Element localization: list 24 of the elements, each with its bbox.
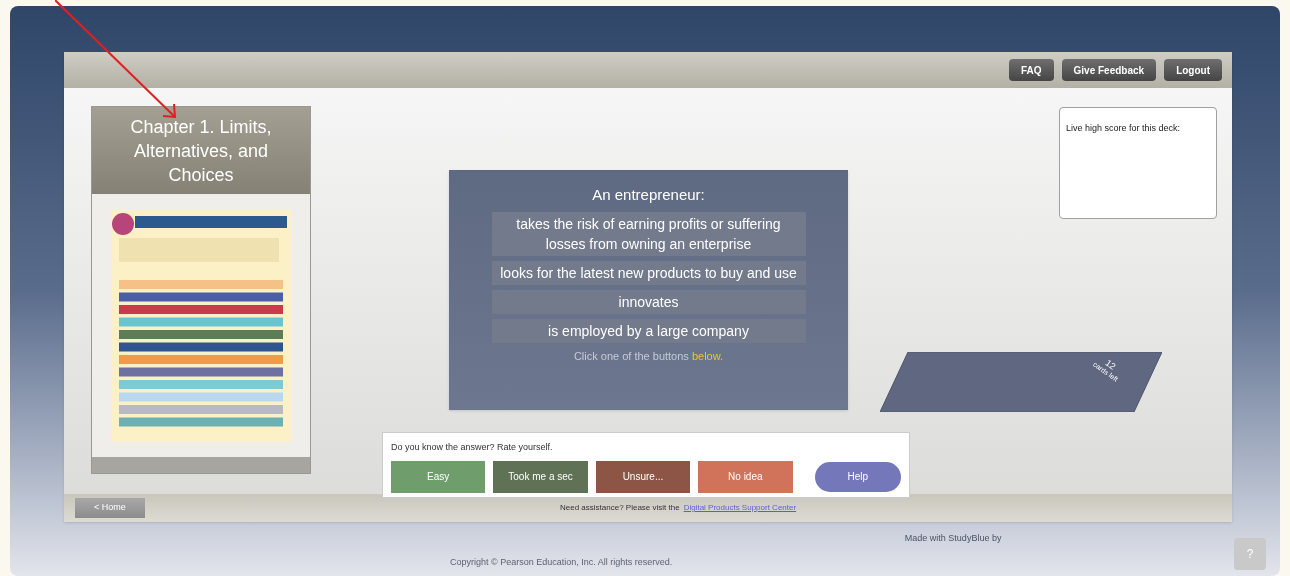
support-link[interactable]: Digital Products Support Center: [683, 502, 797, 514]
hint-text: Click one of the buttons below.: [573, 348, 724, 364]
rating-button[interactable]: Unsure...: [595, 460, 691, 493]
high-score-label: Live high score for this deck:: [1066, 123, 1181, 133]
rating-button[interactable]: Easy: [391, 460, 486, 493]
deck-title: Chapter 1. Limits, Alternatives, and Choices: [92, 107, 310, 194]
rating-prompt: Do you know the answer? Rate yourself.: [391, 441, 554, 454]
support-text: Need assistance? Please visit the: [560, 502, 680, 514]
help-button[interactable]: Help: [814, 461, 901, 492]
rating-button[interactable]: Took me a sec: [493, 460, 588, 493]
copyright-text: Copyright © Pearson Education, Inc. All rights reserved.: [450, 556, 673, 569]
rating-button[interactable]: No idea: [698, 460, 793, 493]
nav-button[interactable]: Give Feedback: [1061, 59, 1157, 81]
deck-card[interactable]: Chapter 1. Limits, Alternatives, and Choices: [91, 106, 311, 474]
card-stack-icon: [880, 352, 1162, 412]
answer-option[interactable]: is employed by a large company: [491, 318, 806, 343]
question-prompt: An entrepreneur:: [592, 185, 705, 205]
answer-option[interactable]: takes the risk of earning profits or suffering losses from owning an enterprise: [491, 211, 806, 256]
answer-option[interactable]: looks for the latest new products to buy and use: [491, 260, 806, 285]
answer-option[interactable]: innovates: [491, 289, 806, 314]
nav-button[interactable]: FAQ: [1008, 59, 1054, 81]
nav-button[interactable]: Logout: [1164, 59, 1222, 81]
credit-text: Made with StudyBlue by: [904, 532, 1002, 545]
home-button[interactable]: < Home: [75, 498, 145, 518]
